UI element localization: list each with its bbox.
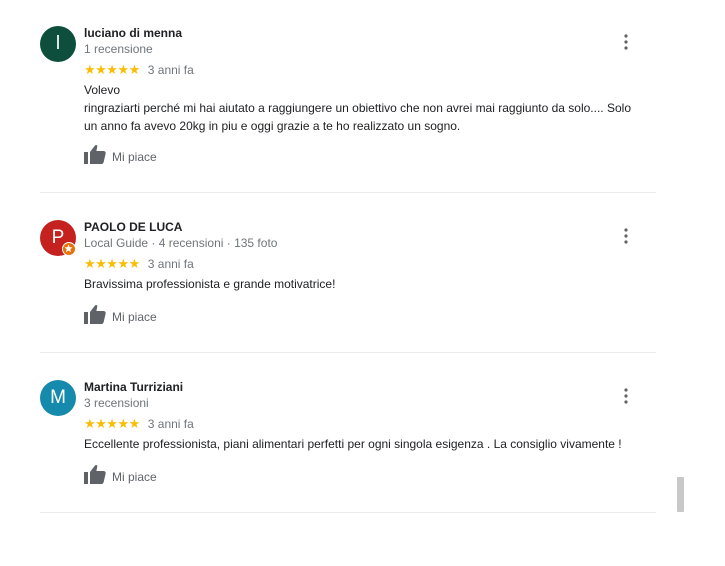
review-text: Volevo ringraziarti perché mi hai aiutat… xyxy=(84,81,656,135)
star-rating: ★★★★★ xyxy=(84,256,140,271)
review-text-line: ringraziarti perché mi hai aiutato a rag… xyxy=(84,101,631,115)
star-rating: ★★★★★ xyxy=(84,62,140,77)
reviewer-name[interactable]: PAOLO DE LUCA xyxy=(84,220,182,234)
thumb-up-icon xyxy=(84,144,106,169)
avatar-initial: l xyxy=(55,33,61,54)
like-label: Mi piace xyxy=(112,469,157,484)
review-card: M Martina Turriziani 3 recensioni ★★★★★ … xyxy=(40,380,656,490)
review-date: 3 anni fa xyxy=(147,257,194,271)
more-vert-icon[interactable] xyxy=(616,34,636,50)
review-text-line: un anno fa avevo 20kg in piu e oggi graz… xyxy=(84,119,461,133)
reviewer-meta: 3 recensioni xyxy=(84,396,149,410)
review-text: Bravissima professionista e grande motiv… xyxy=(84,275,656,293)
star-rating: ★★★★★ xyxy=(84,416,140,431)
more-vert-icon[interactable] xyxy=(616,228,636,244)
review-date: 3 anni fa xyxy=(147,417,194,431)
more-vert-icon[interactable] xyxy=(616,388,636,404)
rating-row: ★★★★★ 3 anni fa xyxy=(84,416,194,432)
like-button[interactable]: Mi piace xyxy=(84,304,157,329)
like-button[interactable]: Mi piace xyxy=(84,144,157,169)
scrollbar-thumb[interactable] xyxy=(677,477,684,512)
review-divider xyxy=(40,192,656,193)
review-card: l luciano di menna 1 recensione ★★★★★ 3 … xyxy=(40,26,656,166)
reviewer-name[interactable]: Martina Turriziani xyxy=(84,380,183,394)
review-divider xyxy=(40,512,656,513)
thumb-up-icon xyxy=(84,304,106,329)
avatar[interactable]: P xyxy=(40,220,76,256)
like-label: Mi piace xyxy=(112,149,157,164)
avatar-initial: M xyxy=(50,387,66,408)
review-divider xyxy=(40,352,656,353)
reviewer-name[interactable]: luciano di menna xyxy=(84,26,182,40)
thumb-up-icon xyxy=(84,464,106,489)
review-text-line: Volevo xyxy=(84,83,121,97)
rating-row: ★★★★★ 3 anni fa xyxy=(84,62,194,78)
avatar[interactable]: l xyxy=(40,26,76,62)
review-date: 3 anni fa xyxy=(147,63,194,77)
review-text-line: Bravissima professionista e grande motiv… xyxy=(84,277,336,291)
star-badge-icon xyxy=(62,242,76,256)
review-text-line: Eccellente professionista, piani aliment… xyxy=(84,437,622,451)
review-text: Eccellente professionista, piani aliment… xyxy=(84,435,656,453)
avatar[interactable]: M xyxy=(40,380,76,416)
rating-row: ★★★★★ 3 anni fa xyxy=(84,256,194,272)
reviewer-meta: Local Guide · 4 recensioni · 135 foto xyxy=(84,236,278,250)
like-label: Mi piace xyxy=(112,309,157,324)
review-card: P PAOLO DE LUCA Local Guide · 4 recensio… xyxy=(40,220,656,330)
like-button[interactable]: Mi piace xyxy=(84,464,157,489)
reviewer-meta: 1 recensione xyxy=(84,42,153,56)
